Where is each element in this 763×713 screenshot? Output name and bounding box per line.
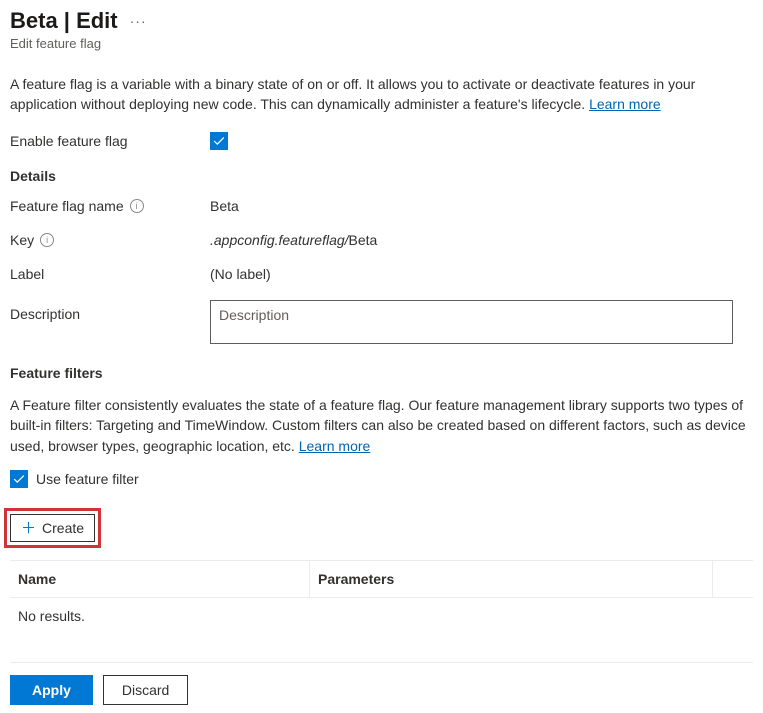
flag-name-label: Feature flag name i	[10, 198, 210, 214]
col-name[interactable]: Name	[10, 561, 310, 597]
intro-text: A feature flag is a variable with a bina…	[10, 75, 753, 114]
filters-intro: A Feature filter consistently evaluates …	[10, 395, 753, 456]
key-name: Beta	[349, 232, 378, 248]
use-filter-checkbox[interactable]	[10, 470, 28, 488]
flag-name-value: Beta	[210, 198, 239, 214]
details-heading: Details	[10, 168, 753, 184]
label-value: (No label)	[210, 266, 271, 282]
discard-button[interactable]: Discard	[103, 675, 188, 705]
flag-name-label-text: Feature flag name	[10, 198, 124, 214]
label-label: Label	[10, 266, 210, 282]
table-empty-row: No results.	[10, 598, 753, 634]
enable-flag-label: Enable feature flag	[10, 133, 210, 149]
page-title: Beta | Edit	[10, 8, 118, 34]
footer-actions: Apply Discard	[10, 662, 753, 705]
description-label: Description	[10, 300, 210, 322]
check-icon	[212, 134, 226, 148]
filters-table: Name Parameters No results.	[10, 560, 753, 634]
info-icon[interactable]: i	[130, 199, 144, 213]
enable-flag-checkbox[interactable]	[210, 132, 228, 150]
highlight-box	[4, 508, 101, 548]
page-subtitle: Edit feature flag	[10, 36, 753, 51]
key-label-text: Key	[10, 232, 34, 248]
apply-button[interactable]: Apply	[10, 675, 93, 705]
table-header: Name Parameters	[10, 561, 753, 598]
col-actions	[713, 561, 753, 597]
description-input[interactable]	[210, 300, 733, 344]
key-label: Key i	[10, 232, 210, 248]
info-icon[interactable]: i	[40, 233, 54, 247]
check-icon	[12, 472, 26, 486]
intro-learn-more-link[interactable]: Learn more	[589, 96, 661, 112]
filters-heading: Feature filters	[10, 365, 753, 381]
filters-learn-more-link[interactable]: Learn more	[299, 438, 371, 454]
use-filter-label: Use feature filter	[36, 471, 139, 487]
key-value: .appconfig.featureflag/Beta	[210, 232, 377, 248]
more-actions-icon[interactable]: ···	[126, 9, 151, 33]
col-parameters[interactable]: Parameters	[310, 561, 713, 597]
filters-intro-text: A Feature filter consistently evaluates …	[10, 397, 746, 454]
key-prefix: .appconfig.featureflag/	[210, 232, 349, 248]
